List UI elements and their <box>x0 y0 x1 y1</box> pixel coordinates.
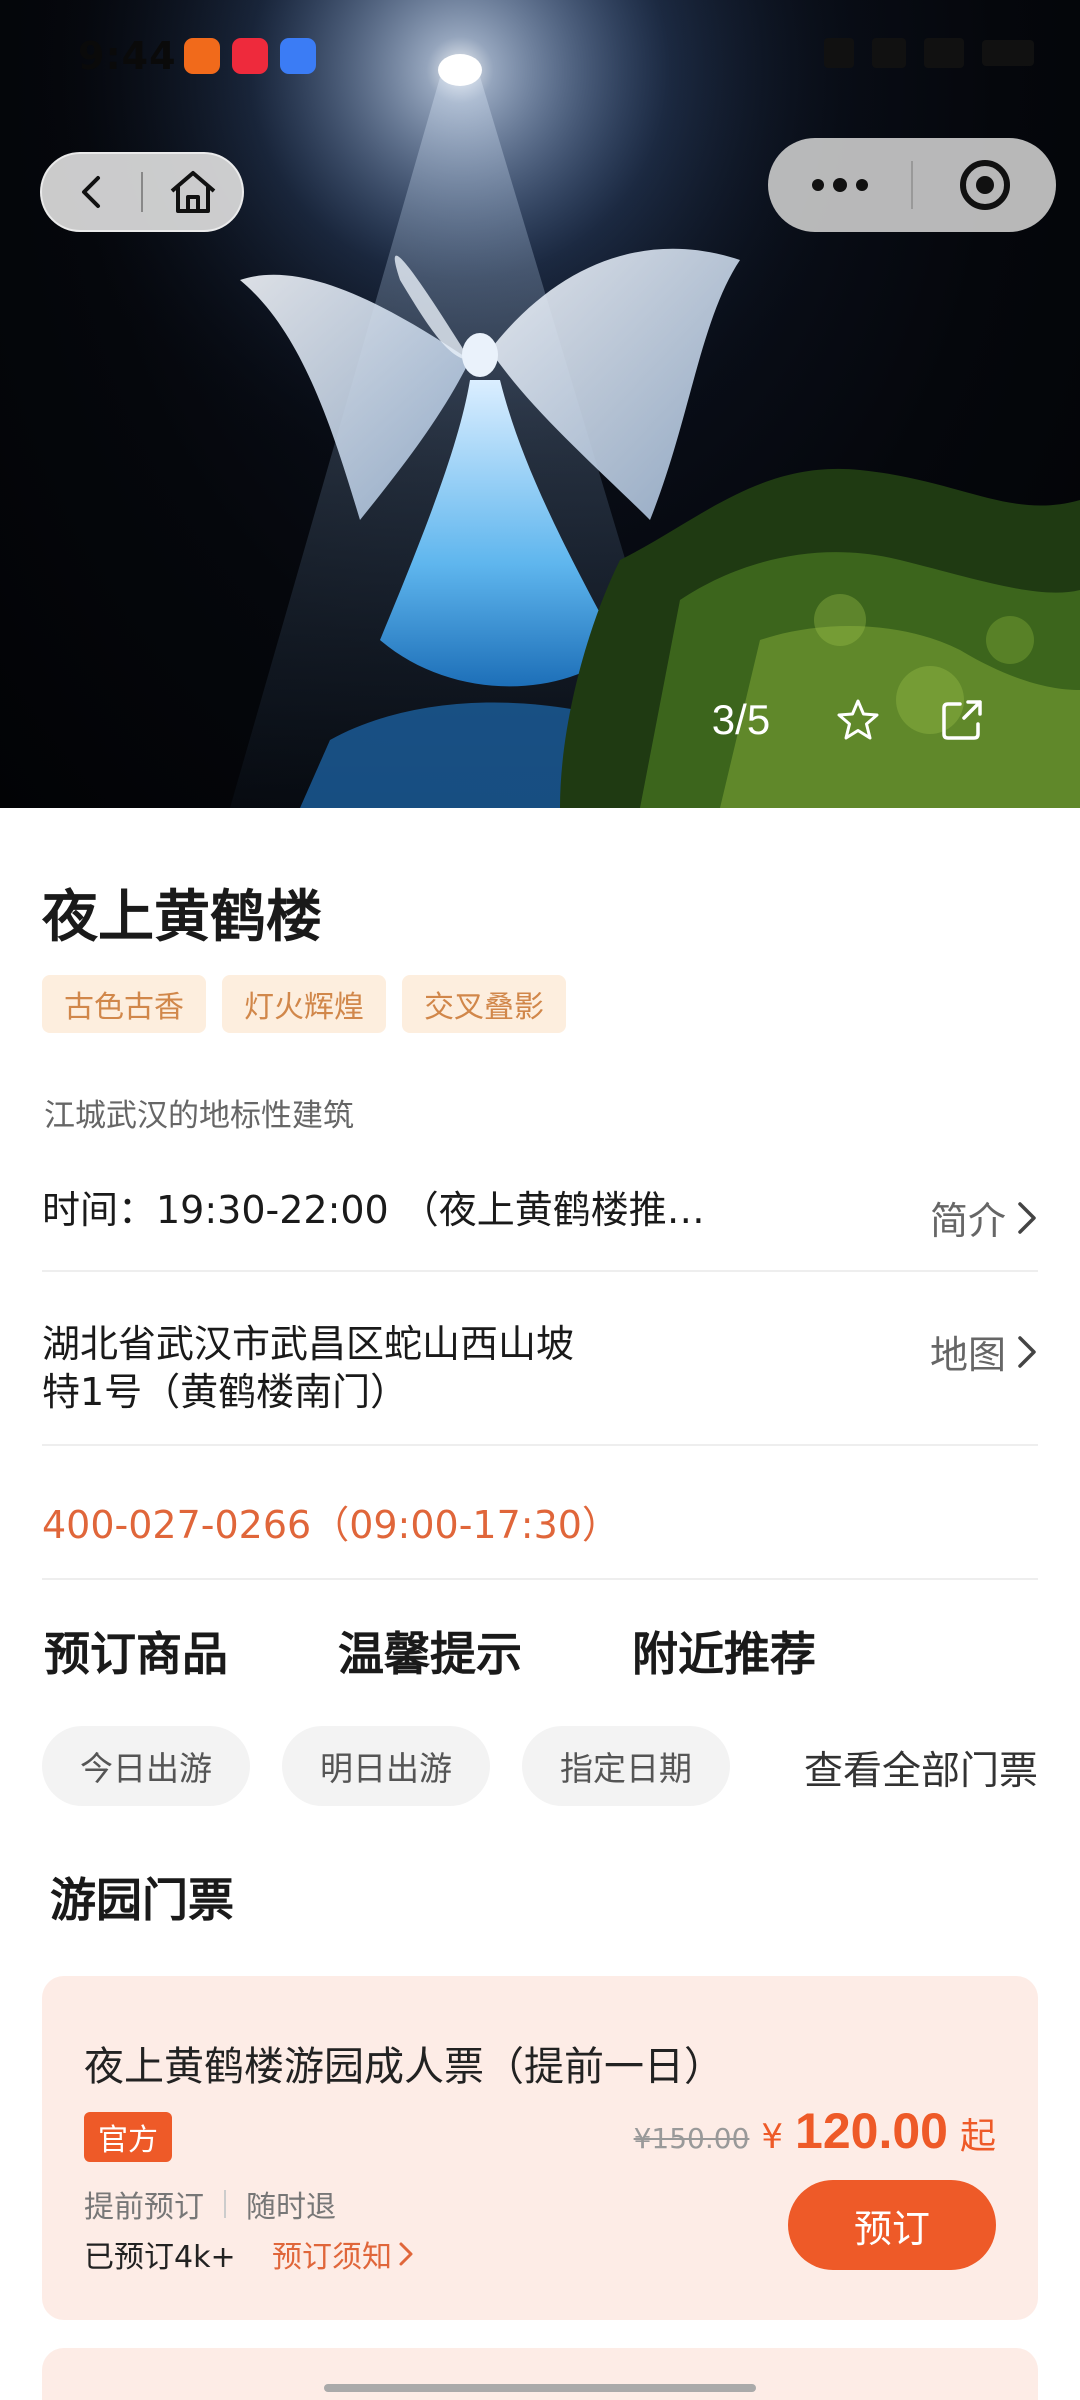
chevron-right-icon <box>1018 1201 1036 1234</box>
booked-count: 已预订4k+ <box>84 2240 236 2275</box>
price-row: ¥150.00 ¥ 120.00 起 <box>634 2102 996 2160</box>
wifi-icon <box>872 38 906 68</box>
status-time: 9:44 <box>78 34 177 78</box>
nav-pill <box>40 152 244 232</box>
app-icon-orange <box>184 38 220 74</box>
map-link[interactable]: 地图 <box>930 1324 1038 1379</box>
currency-symbol: ¥ <box>761 2117 784 2157</box>
home-icon <box>170 171 215 213</box>
booking-notice-link[interactable]: 预订须知 <box>272 2232 414 2276</box>
feature-divider <box>224 2190 226 2218</box>
tab-tips[interactable]: 温馨提示 <box>338 1618 522 1684</box>
attraction-subtitle: 江城武汉的地标性建筑 <box>44 1098 354 1134</box>
tag: 交叉叠影 <box>402 975 566 1033</box>
home-button[interactable] <box>143 152 242 232</box>
ticket-card[interactable]: 夜上黄鹤楼游园成人票（提前一日） 官方 提前预订 随时退 已预订4k+ 预订须知… <box>42 1976 1038 2320</box>
miniprogram-capsule <box>768 138 1056 232</box>
opening-hours: 时间：19:30-22:00 （夜上黄鹤楼推… <box>42 1188 705 1232</box>
chip-pick-date[interactable]: 指定日期 <box>522 1726 730 1806</box>
intro-link[interactable]: 简介 <box>930 1190 1038 1245</box>
official-badge: 官方 <box>84 2112 172 2162</box>
close-miniprogram-button[interactable] <box>913 138 1056 232</box>
ticket-name: 夜上黄鹤楼游园成人票（提前一日） <box>84 2044 724 2090</box>
divider <box>42 1270 1038 1272</box>
booking-notice-label: 预订须知 <box>272 2240 392 2275</box>
chevron-right-icon <box>399 2242 413 2266</box>
book-button[interactable]: 预订 <box>788 2180 996 2270</box>
hero-controls: 3/5 <box>676 680 1014 760</box>
feature-advance-booking: 提前预订 <box>84 2190 204 2225</box>
more-dots-icon <box>811 178 868 192</box>
tab-booking[interactable]: 预订商品 <box>44 1618 228 1684</box>
intro-label: 简介 <box>929 1199 1006 1243</box>
back-button[interactable] <box>42 152 141 232</box>
price-suffix: 起 <box>959 2116 996 2157</box>
blue-app-icon <box>280 38 316 74</box>
tag: 古色古香 <box>42 975 206 1033</box>
divider <box>42 1578 1038 1580</box>
phone-link[interactable]: 400-027-0266（09:00-17:30） <box>42 1494 620 1549</box>
hero-photo[interactable]: 9:44 3/5 <box>0 0 1080 808</box>
xiaohongshu-icon <box>232 38 268 74</box>
ticket-features: 提前预订 随时退 <box>84 2182 336 2226</box>
address-line-2: 特1号（黄鹤楼南门） <box>42 1370 409 1414</box>
section-tabs: 预订商品 温馨提示 附近推荐 <box>44 1618 926 1684</box>
address-row[interactable]: 湖北省武汉市武昌区蛇山西山坡 特1号（黄鹤楼南门） 地图 <box>42 1320 1038 1420</box>
home-indicator <box>324 2384 756 2392</box>
star-icon <box>837 699 879 740</box>
status-icons <box>824 38 1034 68</box>
share-button[interactable] <box>910 680 1014 760</box>
battery-icon <box>982 40 1034 66</box>
ticket-card-next[interactable] <box>42 2348 1038 2400</box>
tag: 灯火辉煌 <box>222 975 386 1033</box>
feature-refund-anytime: 随时退 <box>246 2190 336 2225</box>
current-price: 120.00 <box>795 2103 948 2159</box>
favorite-button[interactable] <box>806 680 910 760</box>
more-button[interactable] <box>768 138 911 232</box>
chip-today[interactable]: 今日出游 <box>42 1726 250 1806</box>
signal-icon <box>824 38 854 68</box>
ticket-section-heading: 游园门票 <box>50 1873 234 1927</box>
share-icon <box>942 700 982 740</box>
map-label: 地图 <box>929 1333 1006 1377</box>
address-line-1: 湖北省武汉市武昌区蛇山西山坡 <box>42 1322 575 1366</box>
original-price: ¥150.00 <box>633 2122 750 2155</box>
view-all-tickets-link[interactable]: 查看全部门票 <box>804 1740 1038 1796</box>
tab-nearby[interactable]: 附近推荐 <box>632 1618 816 1684</box>
chevron-left-icon <box>81 176 100 208</box>
photo-counter: 3/5 <box>711 696 771 743</box>
status-bar: 9:44 <box>0 0 1080 110</box>
attraction-title: 夜上黄鹤楼 <box>42 885 322 950</box>
tag-list: 古色古香 灯火辉煌 交叉叠影 <box>42 975 566 1033</box>
divider <box>42 1444 1038 1446</box>
target-circle-icon <box>959 160 1010 210</box>
date-chips: 今日出游 明日出游 指定日期 <box>42 1726 730 1806</box>
opening-hours-row[interactable]: 时间：19:30-22:00 （夜上黄鹤楼推… 简介 <box>42 1186 1038 1246</box>
network-icon <box>924 38 964 68</box>
chip-tomorrow[interactable]: 明日出游 <box>282 1726 490 1806</box>
chevron-right-icon <box>1018 1335 1036 1368</box>
